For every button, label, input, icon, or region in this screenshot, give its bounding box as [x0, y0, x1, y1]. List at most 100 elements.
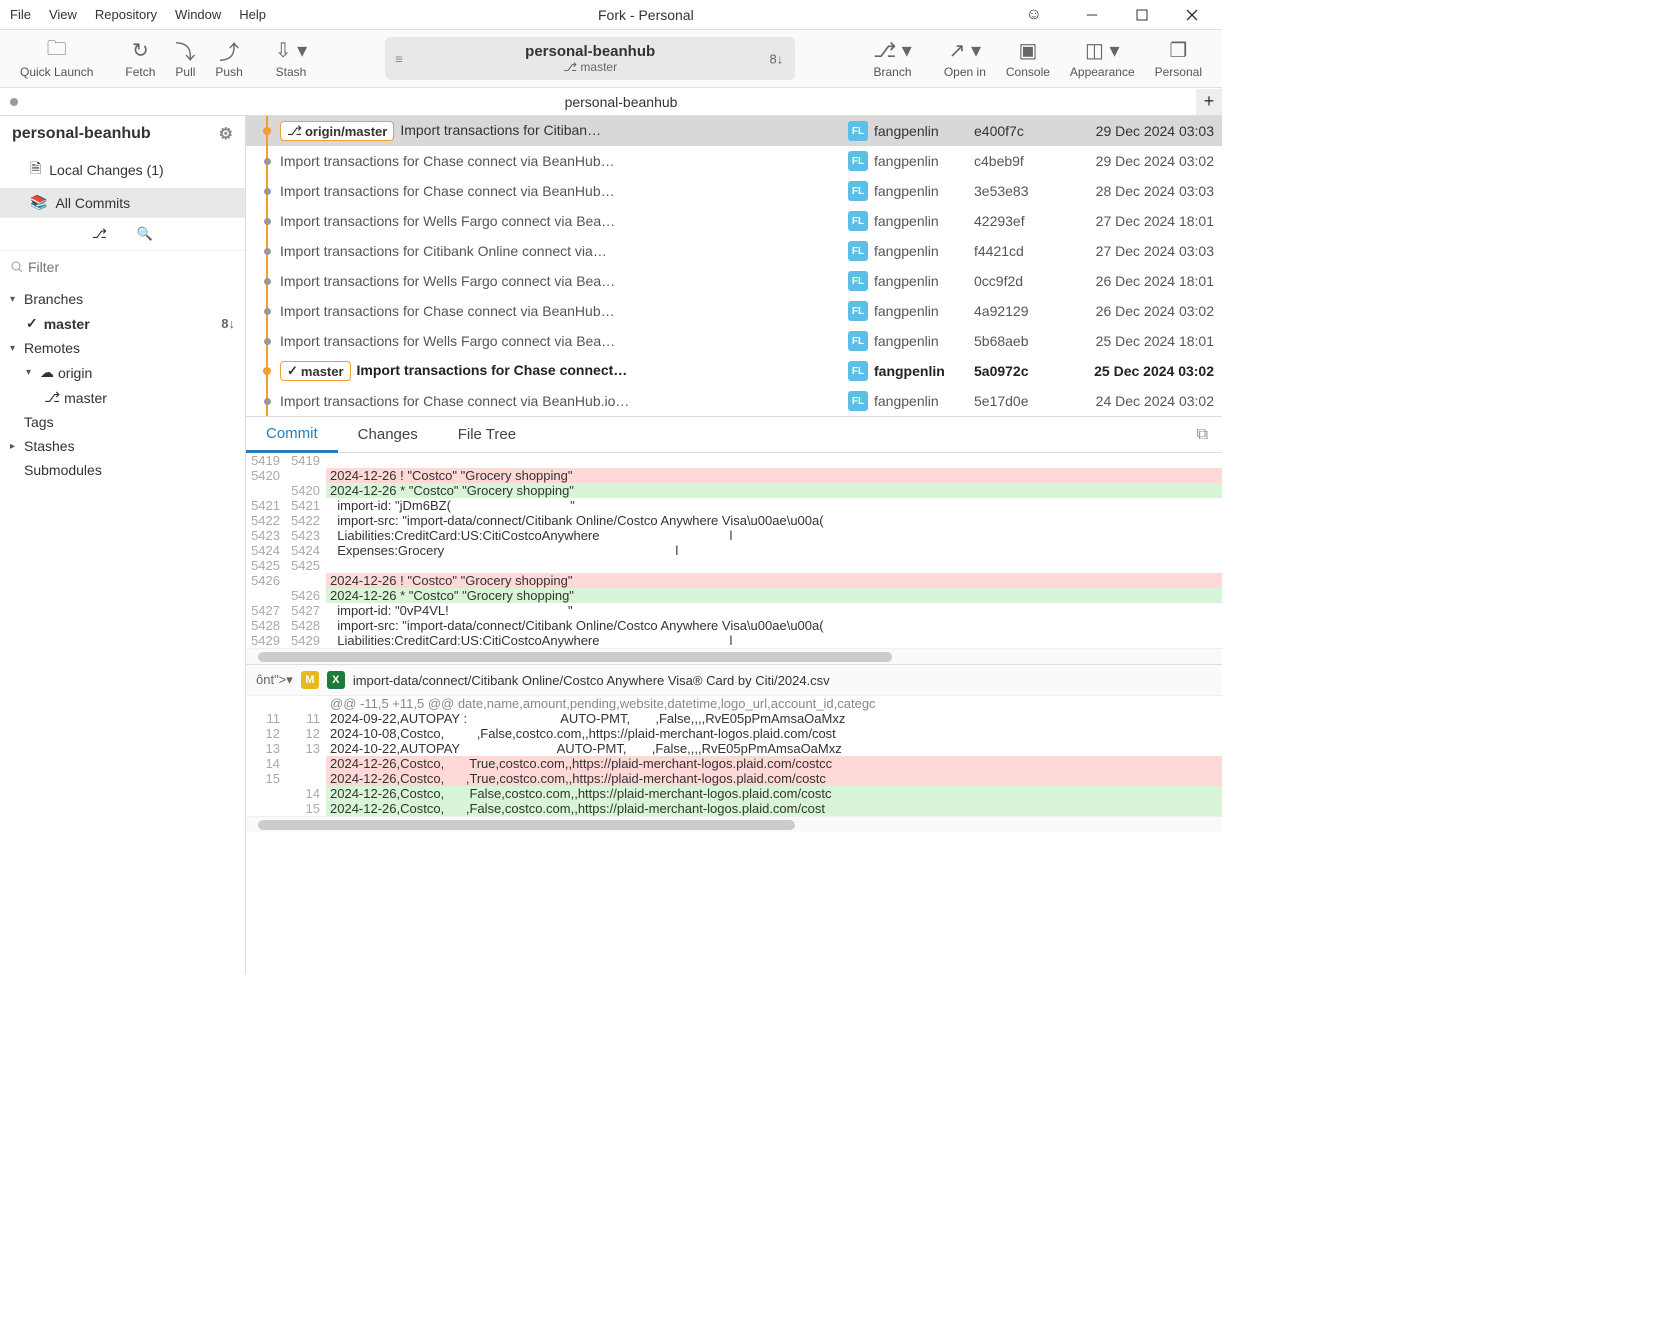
- tab-file-tree[interactable]: File Tree: [438, 418, 536, 451]
- repo-selector[interactable]: ≡ personal-beanhub ⎇ master 8↓: [385, 37, 795, 80]
- commit-author: fangpenlin: [874, 153, 974, 169]
- popout-icon[interactable]: ⧉: [1183, 426, 1222, 444]
- file-header[interactable]: ônt">▾ M X import-data/connect/Citibank …: [246, 664, 1222, 696]
- commit-date: 26 Dec 2024 18:01: [1064, 273, 1214, 289]
- commit-row[interactable]: ⎇ origin/masterImport transactions for C…: [246, 116, 1222, 146]
- menu-file[interactable]: File: [10, 7, 31, 22]
- submodules-label: Submodules: [24, 462, 102, 478]
- tab-changes[interactable]: Changes: [338, 418, 438, 451]
- commit-hash: 0cc9f2d: [974, 273, 1064, 289]
- diff-view-1[interactable]: 5419541954202024-12-26 ! "Costco" "Groce…: [246, 453, 1222, 648]
- stash-button[interactable]: ⇩ ▾Stash: [265, 35, 317, 83]
- commit-row[interactable]: ✓ master Import transactions for Chase co…: [246, 356, 1222, 386]
- menu-repository[interactable]: Repository: [95, 7, 157, 22]
- gear-icon[interactable]: ⚙: [219, 124, 233, 144]
- menu-view[interactable]: View: [49, 7, 77, 22]
- commit-row[interactable]: Import transactions for Chase connect vi…: [246, 146, 1222, 176]
- line-number-old: [246, 786, 286, 801]
- minimize-button[interactable]: [1072, 1, 1112, 29]
- local-changes-label: Local Changes (1): [49, 162, 163, 178]
- commit-row[interactable]: Import transactions for Chase connect vi…: [246, 176, 1222, 206]
- diff-line: 54245424 Expenses:Grocery l: [246, 543, 1222, 558]
- diff-line: 54275427 import-id: "0vP4VL! ": [246, 603, 1222, 618]
- open-in-button[interactable]: ↗ ▾Open in: [934, 35, 996, 83]
- commit-author: fangpenlin: [874, 213, 974, 229]
- tree-stashes[interactable]: ▸Stashes: [0, 434, 245, 458]
- horizontal-scrollbar-2[interactable]: [246, 816, 1222, 832]
- quick-launch-button[interactable]: 🗀Quick Launch: [10, 35, 103, 83]
- branch-view-icon[interactable]: ⎇: [92, 226, 107, 242]
- check-icon: ✓: [26, 315, 38, 332]
- fetch-button[interactable]: ↻Fetch: [115, 35, 165, 83]
- branch-label: Branch: [874, 65, 912, 79]
- search-icon[interactable]: 🔍: [137, 226, 153, 242]
- commit-author: fangpenlin: [874, 303, 974, 319]
- commit-row[interactable]: Import transactions for Chase connect vi…: [246, 296, 1222, 326]
- commit-hash: 3e53e83: [974, 183, 1064, 199]
- sidebar-all-commits[interactable]: 📚 All Commits: [0, 188, 245, 217]
- chevron-down-icon: ▾: [26, 367, 40, 378]
- commit-row[interactable]: Import transactions for Citibank Online …: [246, 236, 1222, 266]
- personal-button[interactable]: ❐Personal: [1145, 35, 1212, 83]
- line-number-old: [246, 801, 286, 816]
- line-number-new: 5423: [286, 528, 326, 543]
- author-avatar: FL: [848, 301, 868, 321]
- line-number-new: 5426: [286, 588, 326, 603]
- pull-button[interactable]: ⤵Pull: [165, 35, 205, 83]
- appearance-button[interactable]: ◫ ▾Appearance: [1060, 35, 1145, 83]
- tags-label: Tags: [24, 414, 54, 430]
- appearance-label: Appearance: [1070, 65, 1135, 79]
- new-tab-button[interactable]: +: [1196, 89, 1222, 115]
- commit-row[interactable]: Import transactions for Chase connect vi…: [246, 386, 1222, 416]
- branch-icon: ⎇: [44, 389, 60, 406]
- diff-code: 2024-10-08,Costco, ,False,costco.com,,ht…: [326, 726, 1222, 741]
- diff-view-2[interactable]: @@ -11,5 +11,5 @@ date,name,amount,pendi…: [246, 696, 1222, 816]
- tab-commit[interactable]: Commit: [246, 417, 338, 453]
- maximize-button[interactable]: [1122, 1, 1162, 29]
- tree-remotes[interactable]: ▾Remotes: [0, 336, 245, 360]
- diff-code: 2024-09-22,AUTOPAY : AUTO-PMT, ,False,,,…: [326, 711, 1222, 726]
- remotes-label: Remotes: [24, 340, 80, 356]
- ref-badge: ✓ master: [280, 361, 351, 381]
- line-number-old: 5425: [246, 558, 286, 573]
- line-number-old: 5429: [246, 633, 286, 648]
- menu-help[interactable]: Help: [239, 7, 266, 22]
- diff-line: 13132024-10-22,AUTOPAY AUTO-PMT, ,False,…: [246, 741, 1222, 756]
- push-label: Push: [215, 65, 242, 79]
- tree-origin-master[interactable]: ⎇master: [0, 385, 245, 410]
- diff-code: Expenses:Grocery l: [326, 543, 1222, 558]
- console-button[interactable]: ▣Console: [996, 35, 1060, 83]
- commit-row[interactable]: Import transactions for Wells Fargo conn…: [246, 326, 1222, 356]
- feedback-icon[interactable]: ☺: [1026, 6, 1042, 24]
- close-button[interactable]: [1172, 1, 1212, 29]
- sidebar-filter[interactable]: [0, 251, 245, 283]
- branch-icon: ⎇ ▾: [873, 39, 912, 63]
- commit-list[interactable]: ⎇ origin/masterImport transactions for C…: [246, 116, 1222, 417]
- commit-message: Import transactions for Citiban…: [400, 122, 601, 138]
- chevron-down-icon[interactable]: ônt">▾: [256, 672, 293, 688]
- commit-message: Import transactions for Chase connect…: [357, 362, 628, 378]
- tree-submodules[interactable]: Submodules: [0, 458, 245, 482]
- tree-tags[interactable]: Tags: [0, 410, 245, 434]
- origin-master-label: master: [64, 390, 107, 406]
- open-in-icon: ↗ ▾: [949, 39, 981, 63]
- commit-row[interactable]: Import transactions for Wells Fargo conn…: [246, 266, 1222, 296]
- push-button[interactable]: ⤴Push: [205, 35, 252, 83]
- sidebar-local-changes[interactable]: 🗎 Local Changes (1): [0, 152, 245, 188]
- commit-row[interactable]: Import transactions for Wells Fargo conn…: [246, 206, 1222, 236]
- diff-code: 2024-12-26,Costco, ,True,costco.com,,htt…: [326, 771, 1222, 786]
- tree-branch-master[interactable]: ✓master8↓: [0, 311, 245, 336]
- branch-button[interactable]: ⎇ ▾ Branch: [863, 35, 922, 83]
- line-number-old: 5419: [246, 453, 286, 468]
- commit-date: 29 Dec 2024 03:03: [1064, 123, 1214, 139]
- commit-message: Import transactions for Chase connect vi…: [280, 183, 615, 199]
- tab-strip: personal-beanhub +: [0, 88, 1222, 116]
- commit-message: Import transactions for Wells Fargo conn…: [280, 213, 615, 229]
- filter-input[interactable]: [10, 259, 235, 275]
- horizontal-scrollbar-1[interactable]: [246, 648, 1222, 664]
- tree-remote-origin[interactable]: ▾☁origin: [0, 360, 245, 385]
- tree-branches[interactable]: ▾Branches: [0, 287, 245, 311]
- commit-author: fangpenlin: [874, 243, 974, 259]
- commit-author: fangpenlin: [874, 123, 974, 139]
- menu-window[interactable]: Window: [175, 7, 221, 22]
